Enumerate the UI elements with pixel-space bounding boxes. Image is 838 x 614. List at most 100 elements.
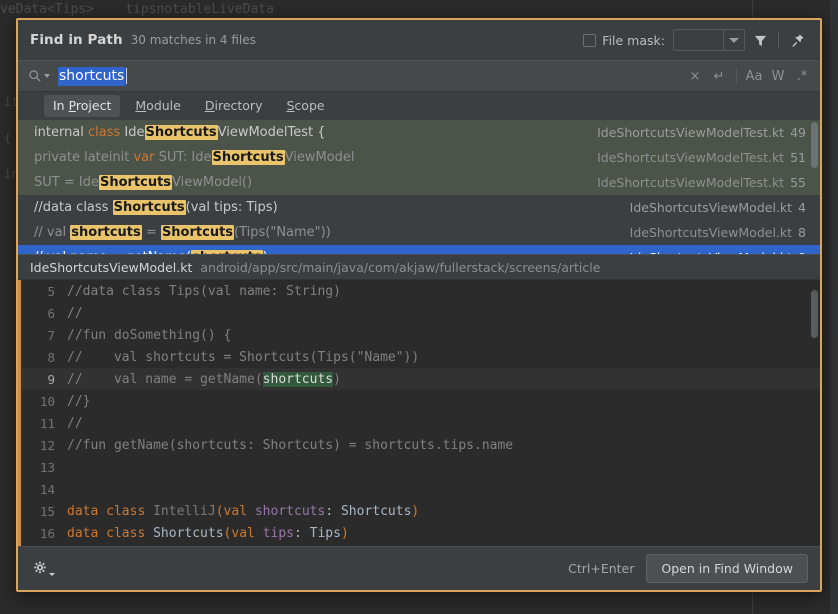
table-row[interactable]: internal class IdeShortcutsViewModelTest… [18,120,820,145]
keyboard-shortcut-hint: Ctrl+Enter [568,561,635,576]
code-line: 7 //fun doSomething() { [21,324,820,346]
code-content: //fun getName(shortcuts: Shortcuts) = sh… [67,438,513,453]
line-number: 15 [39,503,55,519]
tab-mnemonic: P [68,98,76,113]
table-row[interactable]: // val name = getName(shortcuts) IdeShort… [18,245,820,254]
search-input[interactable]: shortcuts [58,66,683,86]
breadcrumb-file-name: IdeShortcutsViewModel.kt [30,259,193,275]
preview-scrollbar-thumb[interactable] [811,290,818,338]
code-token: // [67,305,83,321]
match-case-button[interactable]: Aa [743,64,765,88]
code-content: // val name = getName(shortcuts) [67,371,341,387]
result-file-name: IdeShortcutsViewModel.kt [629,200,793,215]
match-summary: 30 matches in 4 files [130,33,256,47]
code-token: // val name = getName( [67,371,263,387]
tab-module[interactable]: Module [126,95,189,117]
result-text: // val name = getName(shortcuts) [34,250,618,254]
match-highlight: Shortcuts [211,150,285,165]
chevron-down-icon[interactable] [723,30,744,50]
code-token: ) [263,250,268,254]
code-token: //} [67,393,91,409]
search-field-row[interactable]: shortcuts × ↵ Aa W .* [18,60,820,92]
clear-search-button[interactable]: × [684,64,706,88]
search-input-value[interactable]: shortcuts [58,66,126,86]
match-highlight: Shortcuts [112,200,186,215]
words-button[interactable]: W [767,64,789,88]
file-mask-combobox[interactable] [673,29,745,51]
results-scrollbar-thumb[interactable] [811,122,818,168]
keyword-token: var [133,150,159,165]
code-content: //} [67,394,90,409]
code-token: val [223,503,255,519]
code-token: Shortcuts [153,525,224,541]
table-row[interactable]: private lateinit var SUT: IdeShortcutsVi… [18,145,820,170]
line-number: 11 [39,415,55,431]
result-line-number: 8 [798,225,806,240]
code-token: private lateinit [34,150,134,165]
code-token: ViewModel() [172,175,253,190]
code-token: // val [34,225,71,240]
tab-mnemonic: M [135,98,147,113]
results-list[interactable]: internal class IdeShortcutsViewModelTest… [18,120,820,254]
row-accent [26,170,28,195]
code-line: 11 // [21,412,820,434]
row-accent [26,220,28,245]
tab-mnemonic: S [286,98,295,113]
code-line: 10 //} [21,390,820,412]
result-text: //data class Shortcuts(val tips: Tips) [34,200,618,215]
settings-gear-icon[interactable] [32,560,55,577]
code-token: ViewModelTest { [217,125,326,140]
background-code-line: veData<Tips> tipsnotableLiveData [0,2,274,17]
dialog-footer: Ctrl+Enter Open in Find Window [18,546,820,590]
match-highlight: Shortcuts [98,175,173,190]
tab-in-project[interactable]: In Project [44,95,121,117]
code-token: IntelliJ [153,503,216,519]
table-row[interactable]: SUT = IdeShortcutsViewModel() IdeShortcut… [18,170,820,195]
code-token: //fun getName(shortcuts: Shortcuts) = sh… [67,437,514,453]
code-content: //fun doSomething() { [67,328,231,343]
code-token: (val tips: Tips) [185,200,278,215]
code-token: data class [67,503,154,519]
code-token: ( [215,503,224,519]
result-line-number: 9 [798,250,806,254]
tab-scope[interactable]: Scope [277,95,333,117]
match-highlight: Shortcuts [160,225,235,240]
code-line: 15 data class IntelliJ(val shortcuts: Sho… [21,500,820,522]
code-line: 13 [21,456,820,478]
dialog-header: Find in Path 30 matches in 4 files File … [18,20,820,60]
file-mask-checkbox[interactable] [583,33,597,47]
filter-icon[interactable] [745,26,775,54]
code-line: 9 // val name = getName(shortcuts) [21,368,820,390]
code-token: // val shortcuts = Shortcuts(Tips("Name"… [67,349,420,365]
breadcrumb: IdeShortcutsViewModel.kt android/app/src… [18,254,820,280]
text-caret [126,68,128,84]
result-line-number: 49 [790,125,806,140]
new-line-button[interactable]: ↵ [708,64,730,88]
code-token: //data class Tips(val name: String) [67,283,341,299]
scope-tabs: In Project Module Directory Scope [18,92,820,120]
regex-button[interactable]: .* [791,64,813,88]
line-number: 16 [39,525,55,541]
code-token: SUT = Ide [34,175,99,190]
page-title: Find in Path [30,32,123,48]
table-row[interactable]: // val shortcuts = Shortcuts(Tips("Name"… [18,220,820,245]
magnifier-icon[interactable] [28,69,50,83]
line-number: 13 [39,459,55,475]
tab-directory[interactable]: Directory [196,95,272,117]
file-mask-input[interactable] [674,30,723,50]
editor-match-highlight: shortcuts [262,371,334,387]
code-token: Shortcuts [340,503,412,519]
match-highlight: Shortcuts [144,125,218,140]
code-token: ) [411,503,420,519]
open-in-find-window-button[interactable]: Open in Find Window [646,554,808,583]
preview-editor[interactable]: 5 //data class Tips(val name: String) 6 // 7… [18,280,820,546]
table-row[interactable]: //data class Shortcuts(val tips: Tips) Id… [18,195,820,220]
file-mask-label: File mask: [602,32,665,48]
pin-icon[interactable] [782,26,812,54]
result-line-number: 51 [790,150,806,165]
result-file-name: IdeShortcutsViewModelTest.kt [597,150,785,165]
tab-mnemonic: D [204,98,215,113]
match-highlight: shortcuts [70,225,142,240]
code-line: 16 data class Shortcuts(val tips: Tips) [21,522,820,544]
code-token: //fun doSomething() { [67,327,232,343]
